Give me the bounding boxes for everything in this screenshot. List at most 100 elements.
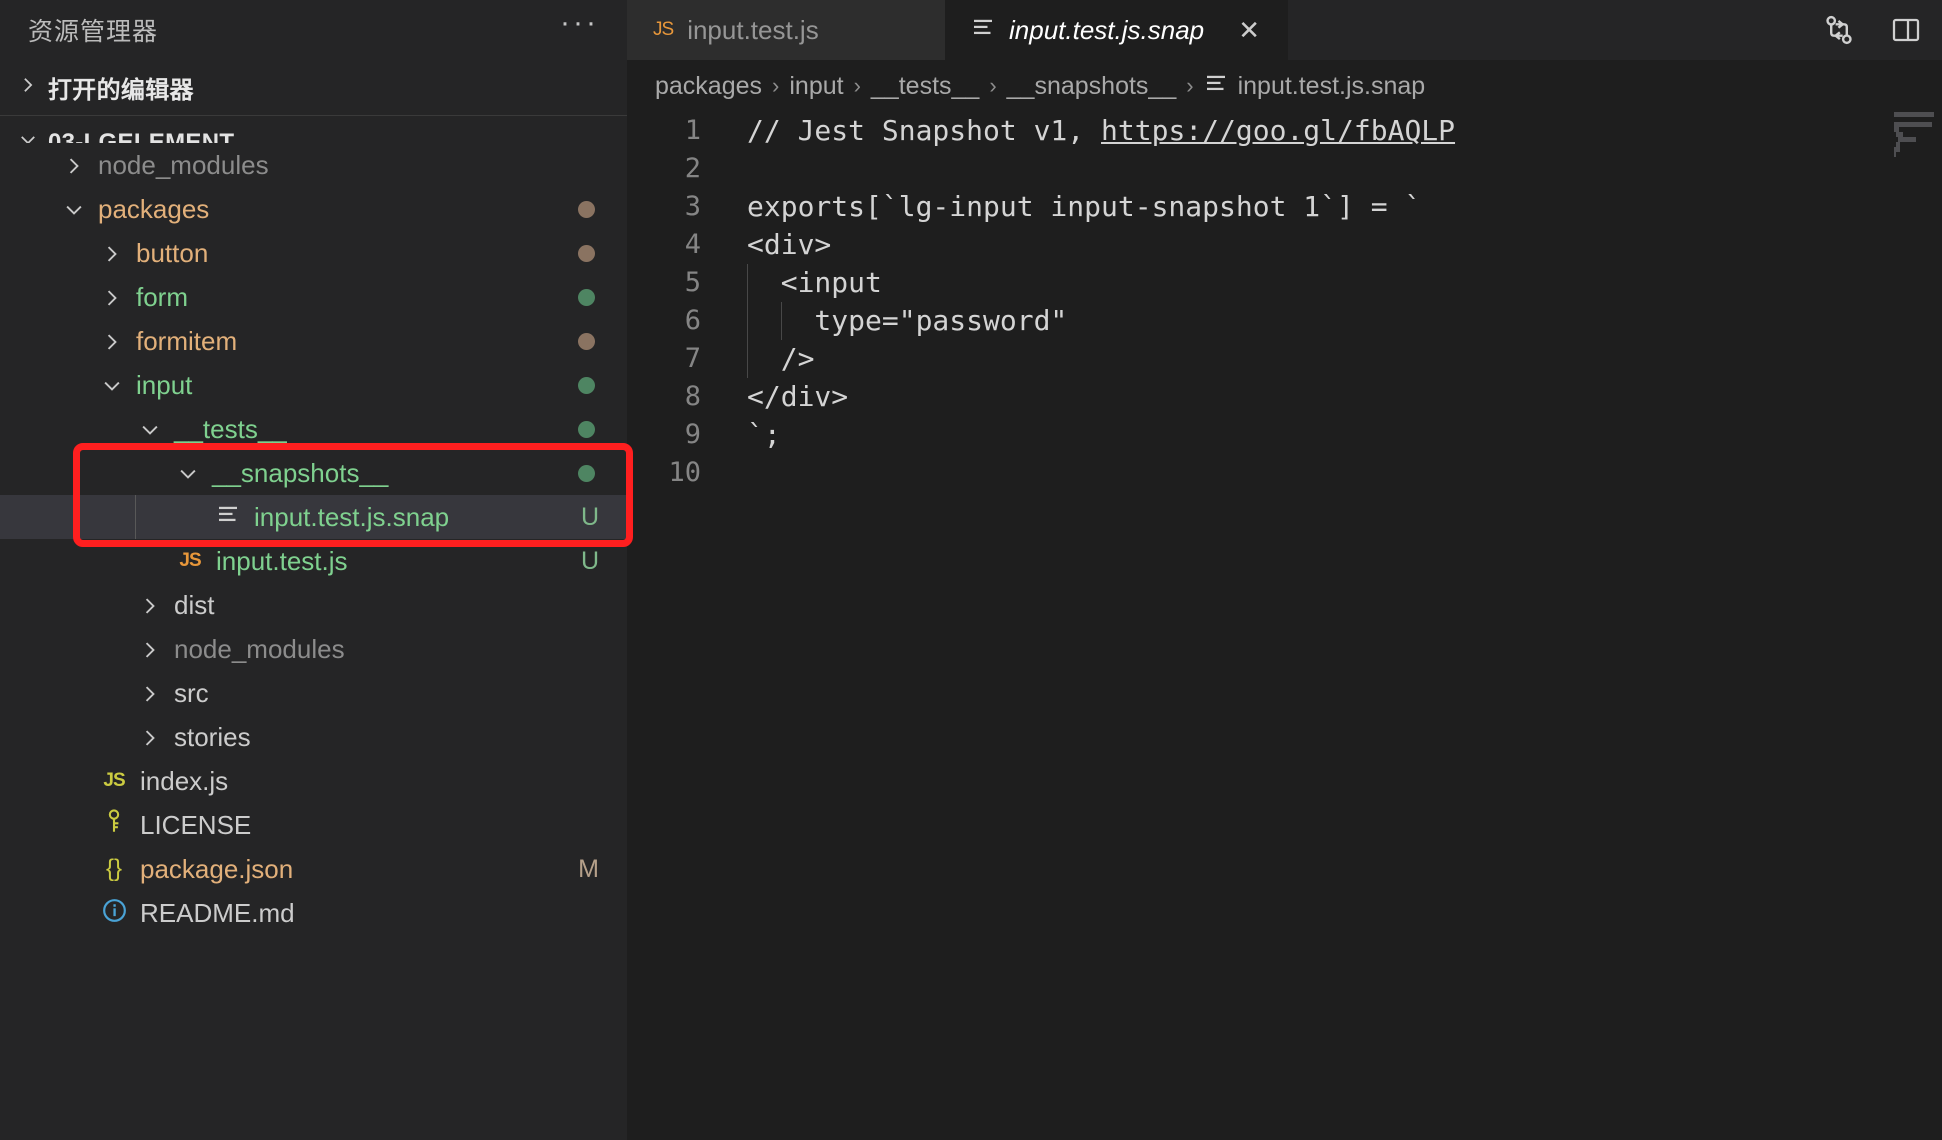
code-text[interactable]: <div> <box>747 226 831 264</box>
editor-tab-input-test-js-snap[interactable]: input.test.js.snap ✕ <box>945 0 1289 60</box>
tree-item-label: node_modules <box>98 149 269 180</box>
tree-folder-nodemodules[interactable]: node_modules <box>0 143 627 187</box>
code-text[interactable]: <input <box>747 264 882 302</box>
chevron-down-icon[interactable] <box>132 416 168 442</box>
editor-tab-input-test-js[interactable]: JS input.test.js <box>627 0 945 60</box>
breadcrumb-separator: › <box>772 73 780 98</box>
tree-folder-formitem[interactable]: formitem <box>0 319 627 363</box>
chevron-down-icon[interactable] <box>94 372 130 398</box>
chevron-right-icon[interactable] <box>132 636 168 662</box>
code-line: 7 /> <box>627 340 1942 378</box>
tree-folder-packages[interactable]: packages <box>0 187 627 231</box>
js-icon: JS <box>103 770 125 791</box>
code-line: 1 // Jest Snapshot v1, https://goo.gl/fbA… <box>627 112 1942 150</box>
file-icon <box>94 898 134 929</box>
tree-folder-tests[interactable]: __tests__ <box>0 407 627 451</box>
chevron-right-icon[interactable] <box>132 680 168 706</box>
chevron-right-icon[interactable] <box>94 328 130 354</box>
file-icon: JS <box>94 770 134 792</box>
tree-item-label: node_modules <box>174 633 345 664</box>
code-text[interactable]: // Jest Snapshot v1, https://goo.gl/fbAQ… <box>747 112 1455 150</box>
tree-folder-nodemodules[interactable]: node_modules <box>0 627 627 671</box>
sidebar-scrollbar[interactable] <box>0 143 4 1140</box>
compare-changes-icon[interactable] <box>1822 13 1856 47</box>
chevron-right-icon[interactable] <box>94 240 130 266</box>
braces-icon: {} <box>105 855 123 882</box>
chevron-right-icon[interactable] <box>94 284 130 310</box>
js-icon: JS <box>653 19 674 40</box>
breadcrumb-item-input[interactable]: input <box>789 72 843 101</box>
section-open-editors[interactable]: 打开的编辑器 <box>0 60 627 115</box>
tree-item-label: index.js <box>140 765 229 796</box>
tree-folder-stories[interactable]: stories <box>0 715 627 759</box>
tree-folder-form[interactable]: form <box>0 275 627 319</box>
tree-item-label: LICENSE <box>140 809 252 840</box>
status-dot <box>578 200 595 218</box>
tree-item-label: button <box>136 237 209 268</box>
line-number: 7 <box>684 343 701 374</box>
breadcrumb-item-snapshots[interactable]: __snapshots__ <box>1007 72 1177 101</box>
breadcrumb-item-packages[interactable]: packages <box>655 72 762 101</box>
tab-label: input.test.js.snap <box>1009 14 1205 45</box>
minimap-line <box>1897 137 1916 142</box>
line-number: 3 <box>684 191 701 222</box>
tree-item-label: __snapshots__ <box>212 457 389 488</box>
tree-file-license[interactable]: LICENSE <box>0 803 627 847</box>
code-editor[interactable]: 1 // Jest Snapshot v1, https://goo.gl/fbA… <box>627 112 1942 1140</box>
snapshot-icon <box>1204 71 1228 102</box>
tree-item-label: dist <box>174 589 215 620</box>
chevron-down-icon[interactable] <box>170 460 206 486</box>
tree-folder-snapshots[interactable]: __snapshots__ <box>0 451 627 495</box>
snapshot-icon <box>971 15 995 46</box>
status-dot <box>578 376 595 394</box>
tree-file-input-test-js[interactable]: JS input.test.js U <box>0 539 627 583</box>
tree-item-label: form <box>136 281 188 312</box>
code-text[interactable]: /> <box>747 340 814 378</box>
tree-item-label: packages <box>98 193 210 224</box>
file-icon <box>208 502 248 532</box>
tree-file-input-test-js-snap[interactable]: input.test.js.snap U <box>0 495 627 539</box>
chevron-right-icon[interactable] <box>56 152 92 178</box>
line-number: 10 <box>668 457 701 488</box>
git-status-badge: M <box>578 854 599 883</box>
tree-item-label: README.md <box>140 897 295 928</box>
tab-file-icon: JS <box>653 19 674 41</box>
chevron-down-icon[interactable] <box>56 196 92 222</box>
breadcrumb-item-inputtestjssnap[interactable]: input.test.js.snap <box>1204 71 1425 102</box>
code-text[interactable]: type="password" <box>747 302 1067 340</box>
indent-guide <box>747 340 748 378</box>
tab-label: input.test.js <box>687 14 819 45</box>
breadcrumb[interactable]: packages › input › __tests__ › __snapshots__ › i… <box>627 60 1942 112</box>
code-link[interactable]: https://goo.gl/fbAQLP <box>1101 114 1455 147</box>
tree-file-index-js[interactable]: JS index.js <box>0 759 627 803</box>
line-number: 2 <box>684 153 701 184</box>
line-number: 8 <box>684 381 701 412</box>
editor-tabbar: JS input.test.js input.test.js.snap ✕ <box>627 0 1942 60</box>
info-icon <box>102 898 127 929</box>
minimap[interactable] <box>1890 60 1942 1140</box>
close-icon[interactable]: ✕ <box>1236 15 1262 46</box>
code-text[interactable]: </div> <box>747 378 848 416</box>
tree-file-package-json[interactable]: {} package.json M <box>0 847 627 891</box>
file-icon: JS <box>170 550 210 572</box>
tree-file-readme-md[interactable]: README.md <box>0 891 627 935</box>
split-editor-icon[interactable] <box>1890 14 1922 46</box>
chevron-right-icon[interactable] <box>132 724 168 750</box>
breadcrumb-item-tests[interactable]: __tests__ <box>871 72 979 101</box>
tree-folder-input[interactable]: input <box>0 363 627 407</box>
minimap-line <box>1894 112 1934 117</box>
tree-item-label: input <box>136 369 193 400</box>
tree-item-label: package.json <box>140 853 294 884</box>
code-line: 9 `; <box>627 416 1942 454</box>
line-number: 6 <box>684 305 701 336</box>
status-dot <box>578 420 595 438</box>
file-tree[interactable]: node_modules packages button form formitem in… <box>0 143 627 1140</box>
code-text[interactable]: exports[`lg-input input-snapshot 1`] = ` <box>747 188 1421 226</box>
tree-folder-dist[interactable]: dist <box>0 583 627 627</box>
chevron-right-icon[interactable] <box>132 592 168 618</box>
snapshot-icon <box>216 502 240 532</box>
tree-folder-src[interactable]: src <box>0 671 627 715</box>
more-actions-icon[interactable]: ··· <box>560 8 599 42</box>
code-text[interactable]: `; <box>747 416 781 454</box>
tree-folder-button[interactable]: button <box>0 231 627 275</box>
